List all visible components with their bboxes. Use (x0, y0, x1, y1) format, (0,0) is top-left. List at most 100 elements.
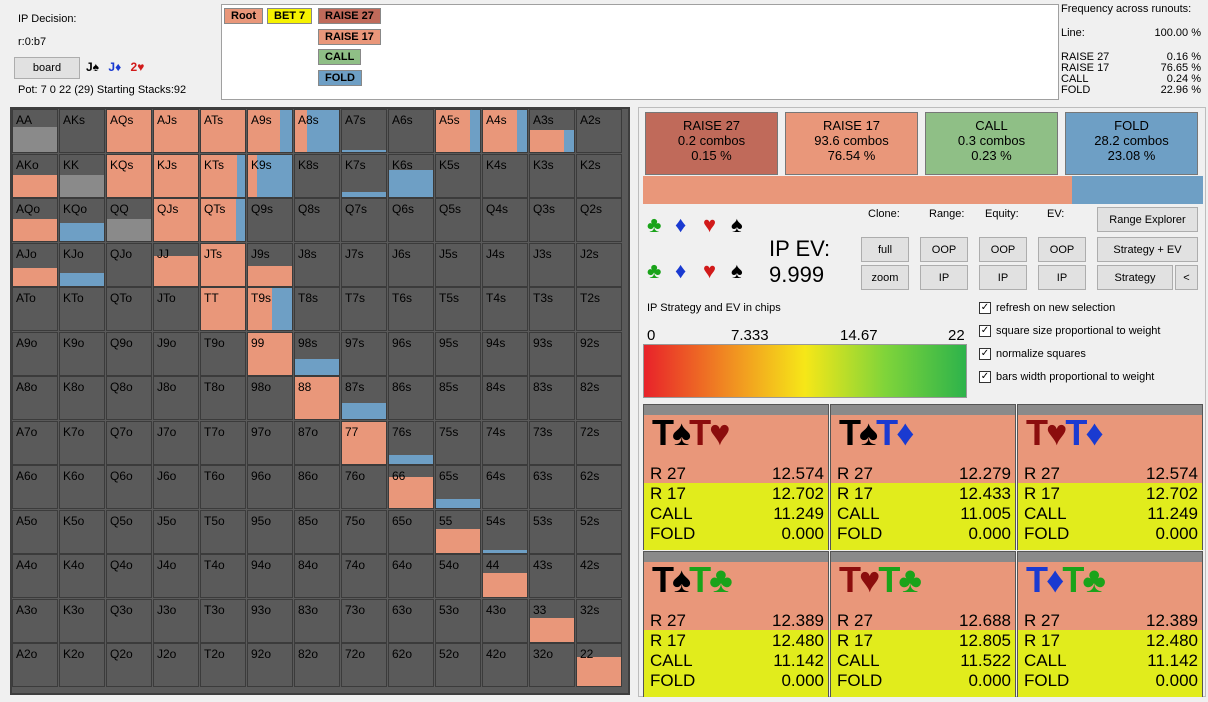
hand-cell[interactable]: K6o (59, 465, 105, 509)
tree-node-root[interactable]: Root (224, 8, 264, 24)
hand-cell[interactable]: 75s (435, 420, 481, 465)
ev-ip-button[interactable]: IP (1038, 265, 1086, 290)
hand-cell[interactable]: 96s (388, 331, 434, 376)
hand-cell[interactable]: K7s (341, 153, 387, 198)
hand-cell[interactable]: JTs (200, 242, 246, 287)
hand-cell[interactable]: K5s (435, 153, 481, 198)
hand-cell[interactable]: Q2o (106, 643, 152, 687)
strategy-button[interactable]: Strategy (1097, 265, 1173, 290)
hand-cell[interactable]: AQs (106, 109, 152, 153)
hand-cell[interactable]: 43o (482, 598, 528, 643)
hand-cell[interactable]: AA (12, 109, 58, 153)
hand-cell[interactable]: 95s (435, 331, 481, 376)
hand-cell[interactable]: K5o (59, 509, 105, 554)
hand-cell[interactable]: A8o (12, 376, 58, 420)
hand-cell[interactable]: AJo (12, 242, 58, 287)
range-oop-button[interactable]: OOP (920, 237, 968, 262)
hand-cell[interactable]: 97s (341, 331, 387, 376)
hand-cell[interactable]: A2s (576, 109, 622, 153)
tree-option-raise17[interactable]: RAISE 17 (318, 29, 381, 45)
hand-cell[interactable]: Q8o (106, 376, 152, 420)
hand-cell[interactable]: 95o (247, 509, 293, 554)
hand-cell[interactable]: 93s (529, 331, 575, 376)
hand-cell[interactable]: AKs (59, 109, 105, 153)
hand-cell[interactable]: 42o (482, 643, 528, 687)
hand-cell[interactable]: T4o (200, 554, 246, 598)
hand-cell[interactable]: 99 (247, 331, 293, 376)
board-button[interactable]: board (14, 57, 80, 79)
hand-cell[interactable]: A8s (294, 109, 340, 153)
hand-cell[interactable]: T9o (200, 331, 246, 376)
equity-ip-button[interactable]: IP (979, 265, 1027, 290)
hand-cell[interactable]: 22 (576, 643, 622, 687)
hand-cell[interactable]: AKo (12, 153, 58, 198)
hand-cell[interactable]: JJ (153, 242, 199, 287)
hand-cell[interactable]: T5s (435, 287, 481, 331)
hand-cell[interactable]: T7o (200, 420, 246, 465)
hand-cell[interactable]: J6o (153, 465, 199, 509)
refresh-checkbox[interactable]: ✓ refresh on new selection (979, 302, 1115, 314)
hand-cell[interactable]: 77 (341, 420, 387, 465)
hand-cell[interactable]: KK (59, 153, 105, 198)
hand-cell[interactable]: J6s (388, 242, 434, 287)
action-summary-raise17[interactable]: RAISE 17 93.6 combos 76.54 % (785, 112, 918, 175)
range-ip-button[interactable]: IP (920, 265, 968, 290)
hand-cell[interactable]: T4s (482, 287, 528, 331)
hand-cell[interactable]: K3o (59, 598, 105, 643)
hand-cell[interactable]: 32s (576, 598, 622, 643)
hand-cell[interactable]: K6s (388, 153, 434, 198)
hand-cell[interactable]: QJs (153, 198, 199, 242)
hand-cell[interactable]: 73o (341, 598, 387, 643)
hand-cell[interactable]: 65s (435, 465, 481, 509)
hand-cell[interactable]: A7o (12, 420, 58, 465)
hand-cell[interactable]: K2s (576, 153, 622, 198)
hand-cell[interactable]: KTs (200, 153, 246, 198)
hand-cell[interactable]: ATs (200, 109, 246, 153)
hand-cell[interactable]: QTs (200, 198, 246, 242)
hand-cell[interactable]: 98o (247, 376, 293, 420)
hand-cell[interactable]: A9s (247, 109, 293, 153)
hand-cell[interactable]: 44 (482, 554, 528, 598)
hand-cell[interactable]: A3s (529, 109, 575, 153)
heart-icon[interactable]: ♥ (703, 260, 716, 282)
hand-cell[interactable]: 64o (388, 554, 434, 598)
hand-cell[interactable]: 62o (388, 643, 434, 687)
hand-cell[interactable]: K8o (59, 376, 105, 420)
hand-cell[interactable]: KTo (59, 287, 105, 331)
hand-cell[interactable]: 52s (576, 509, 622, 554)
spade-icon[interactable]: ♠ (731, 214, 743, 236)
tree-option-fold[interactable]: FOLD (318, 70, 362, 86)
hand-cell[interactable]: K4o (59, 554, 105, 598)
hand-cell[interactable]: J3o (153, 598, 199, 643)
hand-cell[interactable]: J7o (153, 420, 199, 465)
hand-cell[interactable]: Q7s (341, 198, 387, 242)
hand-cell[interactable]: J8o (153, 376, 199, 420)
hand-cell[interactable]: 66 (388, 465, 434, 509)
runout-card[interactable]: T♥T♣ R 27 12.688 R 17 12.805 CALL 11.522 FOLD 0.… (830, 551, 1016, 697)
action-summary-fold[interactable]: FOLD 28.2 combos 23.08 % (1065, 112, 1198, 175)
hand-cell[interactable]: 87o (294, 420, 340, 465)
hand-cell[interactable]: J5s (435, 242, 481, 287)
hand-cell[interactable]: 74s (482, 420, 528, 465)
hand-cell[interactable]: Q5s (435, 198, 481, 242)
runout-card[interactable]: T♠T♣ R 27 12.389 R 17 12.480 CALL 11.142 FOLD 0.… (643, 551, 829, 697)
hand-cell[interactable]: 96o (247, 465, 293, 509)
runout-card[interactable]: T♦T♣ R 27 12.389 R 17 12.480 CALL 11.142 FOLD 0.… (1017, 551, 1203, 697)
hand-cell[interactable]: 83o (294, 598, 340, 643)
hand-cell[interactable]: AJs (153, 109, 199, 153)
collapse-button[interactable]: < (1175, 265, 1198, 290)
hand-cell[interactable]: Q7o (106, 420, 152, 465)
range-explorer-button[interactable]: Range Explorer (1097, 207, 1198, 232)
action-summary-raise27[interactable]: RAISE 27 0.2 combos 0.15 % (645, 112, 778, 175)
hand-cell[interactable]: Q4s (482, 198, 528, 242)
hand-cell[interactable]: Q8s (294, 198, 340, 242)
hand-cell[interactable]: K8s (294, 153, 340, 198)
hand-cell[interactable]: KQs (106, 153, 152, 198)
hand-cell[interactable]: J4o (153, 554, 199, 598)
hand-cell[interactable]: 64s (482, 465, 528, 509)
hand-cell[interactable]: T2s (576, 287, 622, 331)
hand-cell[interactable]: Q6s (388, 198, 434, 242)
hand-cell[interactable]: TT (200, 287, 246, 331)
clone-zoom-button[interactable]: zoom (861, 265, 909, 290)
hand-cell[interactable]: 92o (247, 643, 293, 687)
